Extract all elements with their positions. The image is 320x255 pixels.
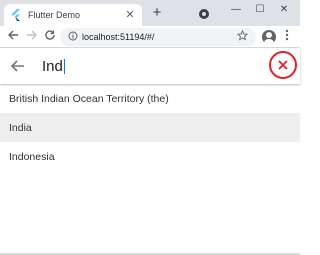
tab-close-icon[interactable]: ✕ bbox=[124, 9, 136, 21]
browser-tab[interactable]: Flutter Demo ✕ bbox=[4, 4, 142, 26]
list-item[interactable]: British Indian Ocean Territory (the) bbox=[0, 84, 300, 113]
search-input[interactable]: Ind bbox=[42, 57, 65, 75]
list-item-label: India bbox=[9, 121, 32, 134]
more-vert-icon[interactable] bbox=[282, 29, 292, 45]
forward-arrow-icon[interactable] bbox=[25, 29, 39, 45]
list-item-label: British Indian Ocean Territory (the) bbox=[9, 92, 169, 105]
list-item-label: Indonesia bbox=[9, 150, 55, 163]
close-icon bbox=[278, 60, 288, 70]
maximize-button[interactable]: ☐ bbox=[252, 3, 268, 17]
back-arrow-icon[interactable] bbox=[6, 29, 20, 45]
address-bar[interactable]: localhost:51194/#/ bbox=[60, 28, 256, 46]
search-app-bar: Ind bbox=[0, 48, 300, 84]
search-query: Ind bbox=[42, 57, 63, 75]
results-list: British Indian Ocean Territory (the) Ind… bbox=[0, 84, 300, 171]
minimize-button[interactable]: — bbox=[228, 3, 244, 17]
new-tab-button[interactable]: + bbox=[150, 5, 164, 20]
list-item[interactable]: Indonesia bbox=[0, 142, 300, 171]
account-icon[interactable] bbox=[262, 30, 276, 44]
address-url: localhost:51194/#/ bbox=[82, 32, 155, 42]
tab-title: Flutter Demo bbox=[28, 10, 81, 20]
tab-search-icon[interactable] bbox=[199, 9, 209, 19]
tab-strip: Flutter Demo ✕ + — ☐ ✕ bbox=[0, 0, 300, 26]
flutter-logo-icon bbox=[10, 9, 22, 21]
arrow-back-icon[interactable] bbox=[8, 56, 28, 76]
info-icon[interactable] bbox=[68, 31, 78, 43]
clear-search-button[interactable] bbox=[269, 51, 297, 79]
window-close-button[interactable]: ✕ bbox=[276, 3, 292, 17]
browser-toolbar: localhost:51194/#/ bbox=[0, 26, 300, 48]
text-caret bbox=[63, 58, 65, 74]
list-item[interactable]: India bbox=[0, 113, 300, 142]
star-icon[interactable] bbox=[236, 29, 249, 44]
reload-icon[interactable] bbox=[43, 29, 57, 45]
